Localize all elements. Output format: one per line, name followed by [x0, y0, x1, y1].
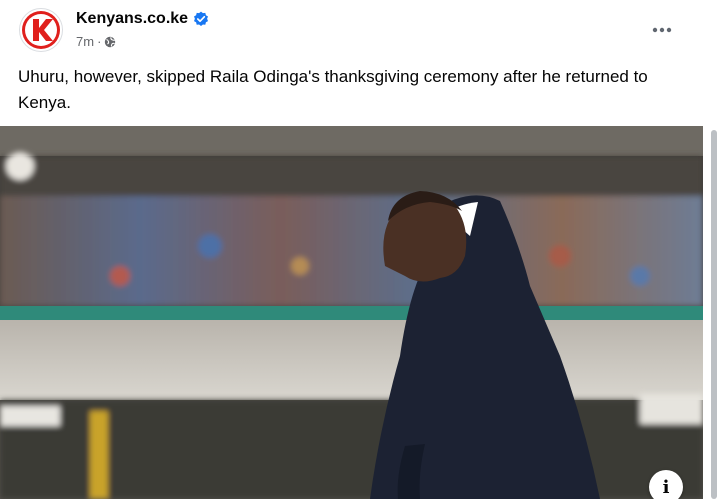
- more-options-icon: [652, 27, 672, 33]
- kenyans-logo-icon: K: [20, 9, 60, 49]
- page-name-link[interactable]: Kenyans.co.ke: [76, 9, 188, 29]
- post-meta: 7m ·: [76, 33, 116, 51]
- more-options-button[interactable]: [646, 14, 678, 46]
- post-timestamp[interactable]: 7m: [76, 33, 94, 51]
- scrollbar-track[interactable]: [708, 0, 720, 499]
- post-photo[interactable]: [0, 126, 703, 499]
- facebook-post: K Kenyans.co.ke 7m · Uhuru, however, ski…: [0, 0, 720, 499]
- scrollbar-thumb[interactable]: [711, 130, 717, 499]
- logo-letter: K: [20, 9, 21, 10]
- post-message: Uhuru, however, skipped Raila Odinga's t…: [18, 67, 648, 112]
- info-icon: i: [662, 476, 670, 498]
- meta-separator: ·: [97, 34, 102, 49]
- globe-icon[interactable]: [104, 36, 116, 48]
- photo-image: [0, 126, 703, 499]
- page-avatar[interactable]: K: [19, 8, 63, 52]
- verified-badge-icon: [194, 11, 208, 26]
- info-button[interactable]: i: [649, 470, 683, 499]
- post-header: K Kenyans.co.ke 7m ·: [0, 0, 720, 60]
